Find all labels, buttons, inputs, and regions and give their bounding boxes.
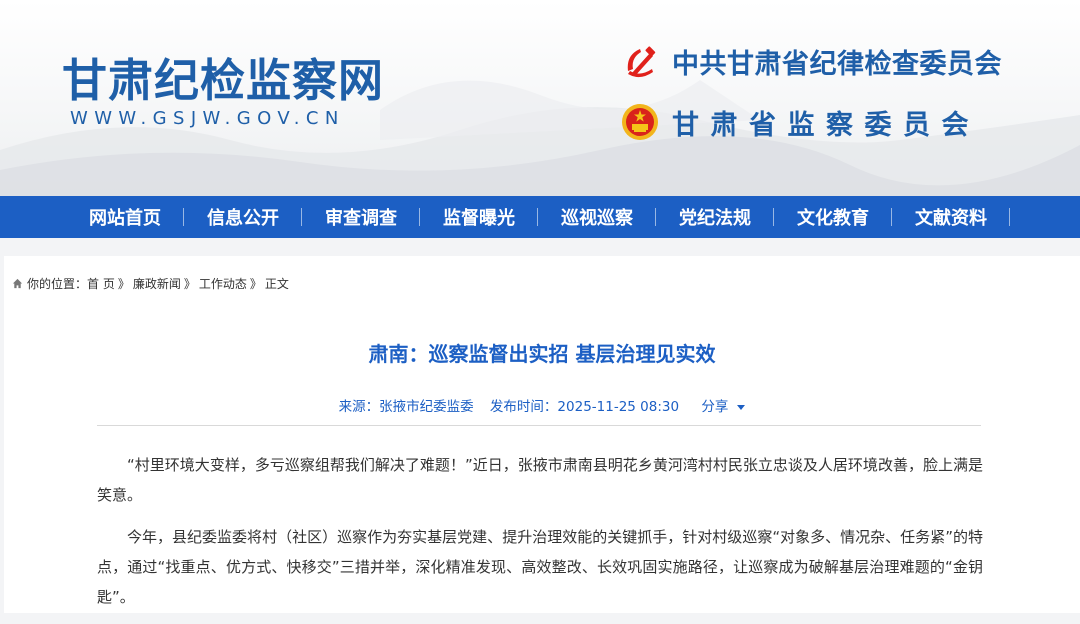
nav-item-investigation[interactable]: 审查调查 — [302, 196, 420, 238]
breadcrumb: 你的位置： 首 页 》 廉政新闻 》 工作动态 》 正文 — [12, 275, 289, 292]
article-body: “村里环境大变样，多亏巡察组帮我们解决了难题！”近日，张掖市肃南县明花乡黄河湾村… — [97, 450, 983, 624]
party-emblem-icon — [627, 46, 656, 78]
article-publish-time: 发布时间：2025-11-25 08:30 — [489, 399, 680, 415]
nav-item-exposure[interactable]: 监督曝光 — [420, 196, 538, 238]
article-container: 你的位置： 首 页 》 廉政新闻 》 工作动态 》 正文 肃南：巡察监督出实招 … — [4, 256, 1080, 613]
nav-item-inspection[interactable]: 巡视巡察 — [538, 196, 656, 238]
site-title[interactable]: 甘肃纪检监察网 — [62, 44, 384, 109]
org-name-discipline: 中共甘肃省纪律检查委员会 — [672, 48, 1002, 80]
org-line-supervision-commission: 甘肃省监察委员会 — [620, 100, 980, 144]
nav-item-info-disclosure[interactable]: 信息公开 — [184, 196, 302, 238]
org-line-discipline-commission: 中共甘肃省纪律检查委员会 — [620, 39, 1002, 83]
home-icon — [12, 278, 23, 289]
site-url: WWW.GSJW.GOV.CN — [70, 108, 345, 129]
breadcrumb-current: 正文 — [264, 277, 289, 291]
article-paragraph: “村里环境大变样，多亏巡察组帮我们解决了难题！”近日，张掖市肃南县明花乡黄河湾村… — [97, 456, 983, 504]
meta-divider — [97, 425, 981, 426]
nav-item-culture-education[interactable]: 文化教育 — [774, 196, 892, 238]
nav-item-documents[interactable]: 文献资料 — [892, 196, 1010, 238]
main-nav: 网站首页 信息公开 审查调查 监督曝光 巡视巡察 党纪法规 文化教育 文献资料 — [0, 196, 1080, 238]
article-title: 肃南：巡察监督出实招 基层治理见实效 — [368, 342, 716, 366]
article-source: 来源：张掖市纪委监委 — [338, 399, 474, 415]
share-label: 分享 — [701, 399, 729, 415]
breadcrumb-separator: 》 — [183, 277, 196, 291]
breadcrumb-work-link[interactable]: 工作动态 — [199, 275, 247, 292]
nav-item-regulations[interactable]: 党纪法规 — [656, 196, 774, 238]
org-name-supervision: 甘肃省监察委员会 — [672, 109, 980, 141]
breadcrumb-news-link[interactable]: 廉政新闻 — [133, 275, 181, 292]
share-button[interactable]: 分享 — [695, 399, 746, 415]
breadcrumb-prefix: 你的位置： — [27, 277, 88, 291]
chevron-down-icon — [737, 404, 746, 410]
article-paragraph: 今年，县纪委监委将村（社区）巡察作为夯实基层党建、提升治理效能的关键抓手，针对村… — [97, 528, 983, 606]
nav-item-home[interactable]: 网站首页 — [66, 196, 184, 238]
site-header: 甘肃纪检监察网 WWW.GSJW.GOV.CN 中共甘肃省纪律检查委员会 甘肃省… — [0, 0, 1080, 196]
breadcrumb-home-link[interactable]: 首 页 — [87, 275, 115, 292]
breadcrumb-separator: 》 — [249, 277, 262, 291]
breadcrumb-separator: 》 — [117, 277, 130, 291]
national-emblem-icon — [622, 104, 658, 140]
article-meta: 来源：张掖市纪委监委 发布时间：2025-11-25 08:30 分享 — [4, 395, 1080, 415]
